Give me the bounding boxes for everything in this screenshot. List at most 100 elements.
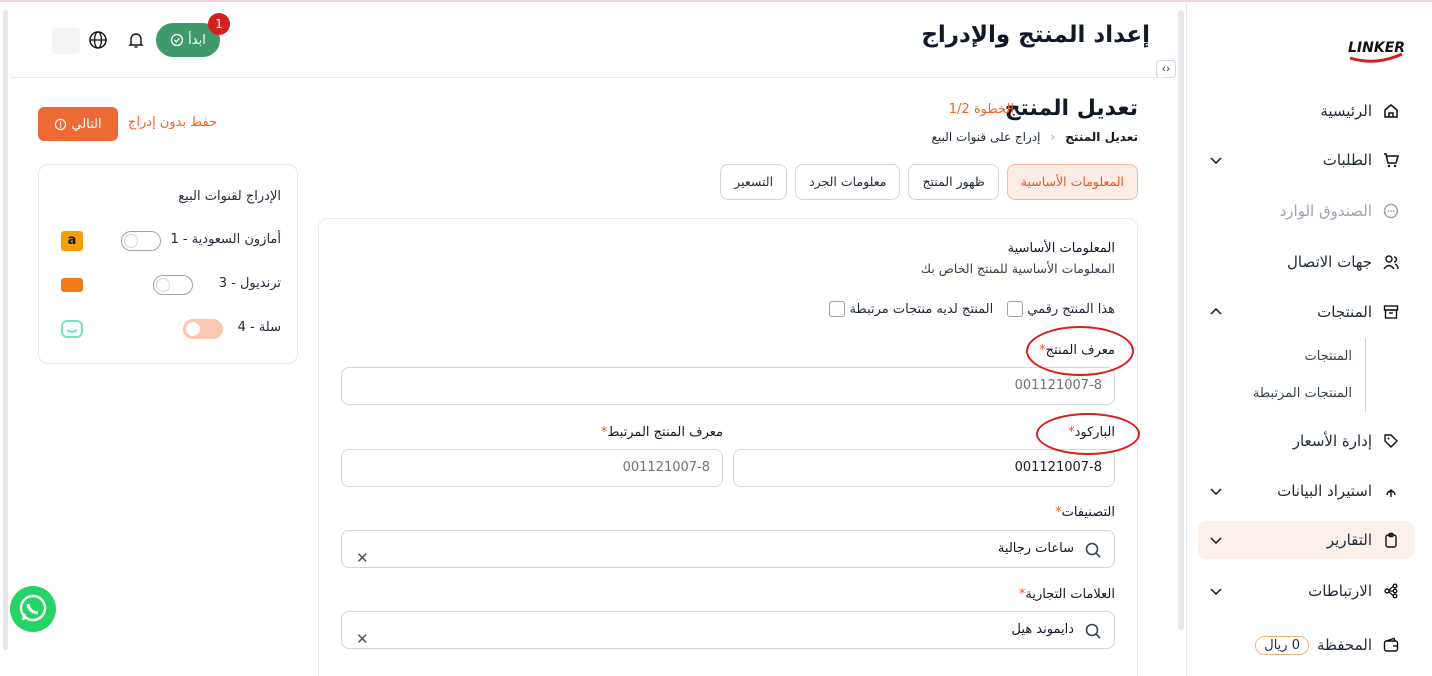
submenu-divider [1365,338,1366,412]
notification-count-badge: 1 [208,13,230,35]
related-products-checkbox[interactable]: المنتج لديه منتجات مرتبطة [829,301,993,317]
svg-text:LINKER: LINKER [1348,40,1405,56]
next-button[interactable]: التالي [38,107,118,141]
categories-select[interactable]: ساعات رجالية ✕ [341,530,1115,568]
chevron-down-icon [1210,588,1222,596]
step-indicator: الخطوة 1/2 [948,102,1014,117]
chevron-down-icon [1210,488,1222,496]
amazon-logo: a [61,231,83,251]
sidebar-item-products[interactable]: المنتجات [1198,293,1414,331]
sidebar-item-reports[interactable]: التقارير [1198,521,1414,559]
basic-info-form: المعلومات الأساسية المعلومات الأساسية لل… [318,218,1138,676]
trendyol-logo [61,278,83,292]
tab-basic-info[interactable]: المعلومات الأساسية [1006,164,1138,200]
sidebar-item-wallet[interactable]: المحفظة 0 ريال [1198,626,1414,664]
wallet-icon [1382,636,1400,654]
sidebar-item-label: الطلبات [1322,151,1372,169]
salla-logo [61,320,83,338]
avatar[interactable] [52,28,80,54]
sidebar-item-pricing[interactable]: إدارة الأسعار [1198,422,1414,460]
channels-title: الإدراج لقنوات البيع [178,189,281,204]
product-id-field[interactable]: 001121007-8 [341,367,1115,405]
channel-label: سلة - 4 [237,320,281,335]
sidebar-item-label: الارتباطات [1308,582,1372,600]
sidebar-item-label: استيراد البيانات [1277,482,1372,500]
category-value: ساعات رجالية [997,541,1074,556]
channel-row: سلة - 4 [53,317,281,341]
next-label: التالي [71,116,102,132]
annotation-oval-product-id [1026,326,1134,376]
breadcrumb-next[interactable]: إدراج على قنوات البيع [932,130,1041,144]
cart-icon [1382,151,1400,169]
clear-icon[interactable]: ✕ [356,540,369,576]
barcode-field[interactable]: 001121007-8 [733,449,1115,487]
sidebar-item-label: إدارة الأسعار [1292,432,1372,450]
home-icon [1382,102,1400,120]
chevron-left-icon: ‹ [1050,130,1056,144]
save-without-listing-link[interactable]: حفظ بدون إدراج [128,115,217,130]
page-scrollbar[interactable] [3,10,8,650]
brands-select[interactable]: دايموند هيل ✕ [341,611,1115,649]
upload-icon [1382,482,1400,500]
search-icon [1085,623,1101,639]
search-icon [1085,542,1101,558]
sidebar-item-label: جهات الاتصال [1286,253,1372,271]
chevron-down-icon [1210,537,1222,545]
section-subtitle: المعلومات الأساسية للمنتج الخاص بك [920,261,1115,276]
tab-visibility[interactable]: ظهور المنتج [908,164,999,200]
chat-icon [1382,202,1400,220]
users-icon [1382,253,1400,271]
section-title: المعلومات الأساسية [1007,241,1115,256]
channel-row: أمازون السعودية - 1 a [53,229,281,253]
form-tabs: المعلومات الأساسية ظهور المنتج معلومات ا… [720,164,1138,200]
start-label: ابدأ [188,32,206,48]
brands-label: العلامات التجارية* [1018,587,1115,602]
sidebar-subitem-products[interactable]: المنتجات [1304,349,1352,364]
sidebar-item-label: المحفظة [1316,636,1372,654]
related-id-field[interactable]: 001121007-8 [341,449,723,487]
whatsapp-icon [19,594,47,622]
wallet-balance-badge: 0 ريال [1255,635,1309,655]
info-circle-icon [55,118,67,130]
main-scrollbar[interactable] [1178,10,1184,630]
categories-label: التصنيفات* [1055,505,1115,520]
channel-toggle[interactable] [153,275,193,295]
top-header: إعداد المنتج والإدراج ابدأ 1 [10,2,1166,78]
brand-value: دايموند هيل [1011,622,1074,637]
clipboard-icon [1382,531,1400,549]
check-circle-icon [171,33,184,47]
box-icon [1382,303,1400,321]
channel-label: ترنديول - 3 [218,276,281,291]
sidebar-item-label: التقارير [1326,531,1372,549]
tag-icon [1382,432,1400,450]
chevron-up-icon [1210,307,1222,315]
sidebar-item-label: الصندوق الوارد [1279,202,1372,220]
sidebar-subitem-related-products[interactable]: المنتجات المرتبطة [1253,386,1352,401]
link-icon [1382,582,1400,600]
page-title: إعداد المنتج والإدراج [921,22,1150,48]
digital-product-checkbox[interactable]: هذا المنتج رقمي [1007,301,1115,317]
clear-icon[interactable]: ✕ [356,621,369,657]
sidebar: LINKER الرئيسية الطلبات الصندوق الوارد ج… [1186,2,1432,676]
sidebar-item-inbox[interactable]: الصندوق الوارد [1198,192,1414,230]
sidebar-item-contacts[interactable]: جهات الاتصال [1198,243,1414,281]
breadcrumb-current: تعديل المنتج [1065,130,1138,144]
channel-label: أمازون السعودية - 1 [170,232,281,247]
breadcrumb: تعديل المنتج ‹ إدراج على قنوات البيع [932,130,1138,144]
linker-logo: LINKER [1348,40,1405,63]
edit-product-title: تعديل المنتج [1004,96,1138,121]
channel-row: ترنديول - 3 [53,273,281,297]
whatsapp-button[interactable] [10,586,56,632]
sidebar-item-label: الرئيسية [1320,102,1372,120]
sidebar-item-orders[interactable]: الطلبات [1198,141,1414,179]
channel-toggle[interactable] [121,231,161,251]
bell-icon[interactable] [126,30,146,50]
globe-icon[interactable] [88,30,108,50]
options-checkboxes: المنتج لديه منتجات مرتبطة هذا المنتج رقم… [829,301,1115,317]
tab-inventory[interactable]: معلومات الجرد [795,164,901,200]
sidebar-item-integrations[interactable]: الارتباطات [1198,572,1414,610]
tab-pricing[interactable]: التسعير [720,164,788,200]
sidebar-item-home[interactable]: الرئيسية [1198,92,1414,130]
sidebar-item-import[interactable]: استيراد البيانات [1198,472,1414,510]
channel-toggle[interactable] [183,319,223,339]
